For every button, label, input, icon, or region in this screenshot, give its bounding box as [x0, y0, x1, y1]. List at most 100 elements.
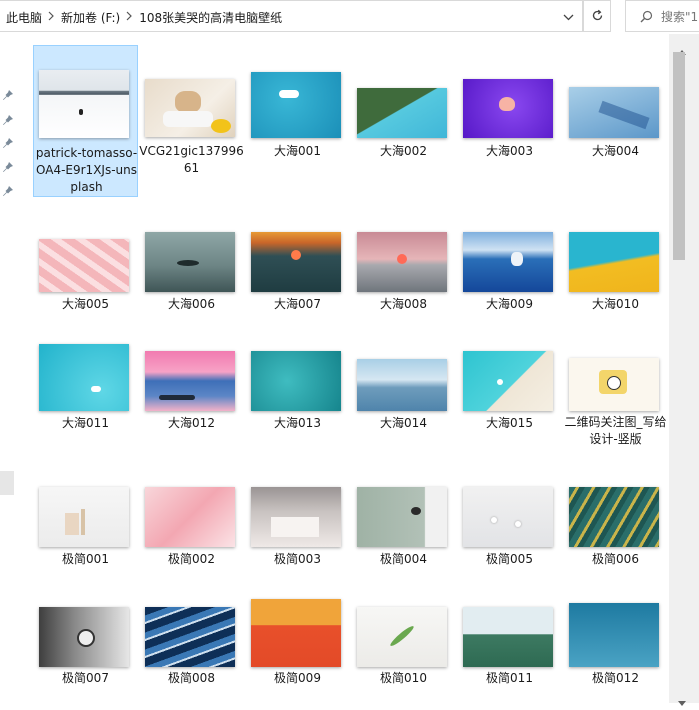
file-item[interactable]: 极简009	[245, 594, 350, 703]
file-item[interactable]: 极简007	[33, 594, 138, 703]
search-input[interactable]: 搜索"1	[625, 0, 699, 32]
file-name: 大海015	[486, 416, 533, 430]
file-item[interactable]: VCG21gic13799661	[139, 45, 244, 197]
file-thumbnail	[251, 72, 341, 138]
file-name: 极简001	[62, 552, 109, 566]
file-item[interactable]: 大海001	[245, 45, 350, 197]
file-name: 大海005	[62, 297, 109, 311]
file-thumbnail	[569, 603, 659, 667]
file-thumbnail	[251, 599, 341, 667]
file-item[interactable]: 二维码关注图_写给设计-竖版	[563, 324, 668, 454]
file-thumbnail	[463, 487, 553, 547]
file-item[interactable]: 大海014	[351, 324, 456, 454]
file-thumbnail	[357, 607, 447, 667]
file-thumbnail	[39, 607, 129, 667]
file-item[interactable]: 极简003	[245, 474, 350, 584]
file-thumbnail	[357, 88, 447, 138]
file-item[interactable]: 大海010	[563, 204, 668, 314]
file-item[interactable]: 极简002	[139, 474, 244, 584]
file-item[interactable]: 大海015	[457, 324, 562, 454]
file-name: 大海003	[486, 144, 533, 158]
address-bar[interactable]: 此电脑 新加卷 (F:) 108张美哭的高清电脑壁纸	[0, 0, 583, 32]
file-thumbnail	[145, 79, 235, 137]
file-item[interactable]: 大海006	[139, 204, 244, 314]
file-thumbnail	[357, 359, 447, 411]
refresh-button[interactable]	[583, 0, 611, 32]
chevron-down-icon[interactable]	[557, 6, 579, 28]
file-item[interactable]: 大海008	[351, 204, 456, 314]
file-thumbnail	[145, 351, 235, 411]
file-thumbnail	[463, 607, 553, 667]
file-item[interactable]: 极简004	[351, 474, 456, 584]
file-item[interactable]: patrick-tomasso-OA4-E9r1XJs-unsplash	[33, 45, 138, 197]
file-item[interactable]: 大海013	[245, 324, 350, 454]
file-name: 极简011	[486, 671, 533, 685]
file-item[interactable]: 极简011	[457, 594, 562, 703]
search-placeholder: 搜索"1	[661, 9, 699, 24]
breadcrumb-item-this-pc[interactable]: 此电脑	[6, 9, 42, 26]
file-item[interactable]: 极简005	[457, 474, 562, 584]
file-name: 大海011	[62, 416, 109, 430]
scroll-down-icon[interactable]	[678, 691, 686, 710]
pin-icon[interactable]	[2, 86, 14, 100]
file-item[interactable]: 极简008	[139, 594, 244, 703]
pin-icon[interactable]	[2, 158, 14, 172]
chevron-right-icon[interactable]	[48, 10, 55, 24]
breadcrumb-item-drive[interactable]: 新加卷 (F:)	[61, 9, 120, 26]
file-name: 极简007	[62, 671, 109, 685]
file-item[interactable]: 大海009	[457, 204, 562, 314]
file-name: 极简010	[380, 671, 427, 685]
pin-icon[interactable]	[2, 134, 14, 148]
file-thumbnail	[569, 487, 659, 547]
file-name: 极简012	[592, 671, 639, 685]
file-name: 大海004	[592, 144, 639, 158]
file-item[interactable]: 大海002	[351, 45, 456, 197]
file-name: 极简002	[168, 552, 215, 566]
file-name: 极简005	[486, 552, 533, 566]
vertical-scrollbar[interactable]	[669, 34, 699, 706]
file-grid: patrick-tomasso-OA4-E9r1XJs-unsplash VCG…	[17, 34, 669, 703]
file-name: 大海010	[592, 297, 639, 311]
file-thumbnail	[39, 487, 129, 547]
file-item[interactable]: 大海005	[33, 204, 138, 314]
file-name: 大海001	[274, 144, 321, 158]
file-item[interactable]: 大海003	[457, 45, 562, 197]
file-item[interactable]: 极简001	[33, 474, 138, 584]
pin-icon[interactable]	[2, 182, 14, 196]
file-item[interactable]: 大海012	[139, 324, 244, 454]
address-bar-area: 此电脑 新加卷 (F:) 108张美哭的高清电脑壁纸 搜索"1	[0, 0, 699, 34]
file-item[interactable]: 极简012	[563, 594, 668, 703]
breadcrumb-item-folder[interactable]: 108张美哭的高清电脑壁纸	[139, 9, 282, 26]
file-name: 极简003	[274, 552, 321, 566]
file-thumbnail	[39, 239, 129, 292]
file-item[interactable]: 大海004	[563, 45, 668, 197]
pin-icon[interactable]	[2, 111, 14, 125]
file-thumbnail	[39, 70, 129, 138]
file-name: 极简004	[380, 552, 427, 566]
scrollbar-thumb[interactable]	[673, 52, 685, 260]
file-thumbnail	[357, 487, 447, 547]
file-name: 大海008	[380, 297, 427, 311]
file-thumbnail	[145, 487, 235, 547]
file-thumbnail	[569, 87, 659, 138]
file-item[interactable]: 极简010	[351, 594, 456, 703]
file-thumbnail	[251, 487, 341, 547]
file-thumbnail	[145, 607, 235, 667]
file-item[interactable]: 极简006	[563, 474, 668, 584]
chevron-right-icon[interactable]	[126, 10, 133, 24]
refresh-icon	[591, 7, 604, 26]
file-name: 二维码关注图_写给设计-竖版	[564, 415, 667, 446]
file-thumbnail	[251, 232, 341, 292]
navigation-pane[interactable]	[0, 34, 17, 703]
file-thumbnail	[463, 351, 553, 411]
file-thumbnail	[569, 232, 659, 292]
file-name: 大海006	[168, 297, 215, 311]
file-thumbnail	[463, 79, 553, 138]
file-thumbnail	[39, 344, 129, 411]
file-name: 极简008	[168, 671, 215, 685]
file-name: 大海013	[274, 416, 321, 430]
file-item[interactable]: 大海007	[245, 204, 350, 314]
file-item[interactable]: 大海011	[33, 324, 138, 454]
file-name: VCG21gic13799661	[139, 144, 244, 175]
nav-scrollbar[interactable]	[0, 471, 14, 495]
